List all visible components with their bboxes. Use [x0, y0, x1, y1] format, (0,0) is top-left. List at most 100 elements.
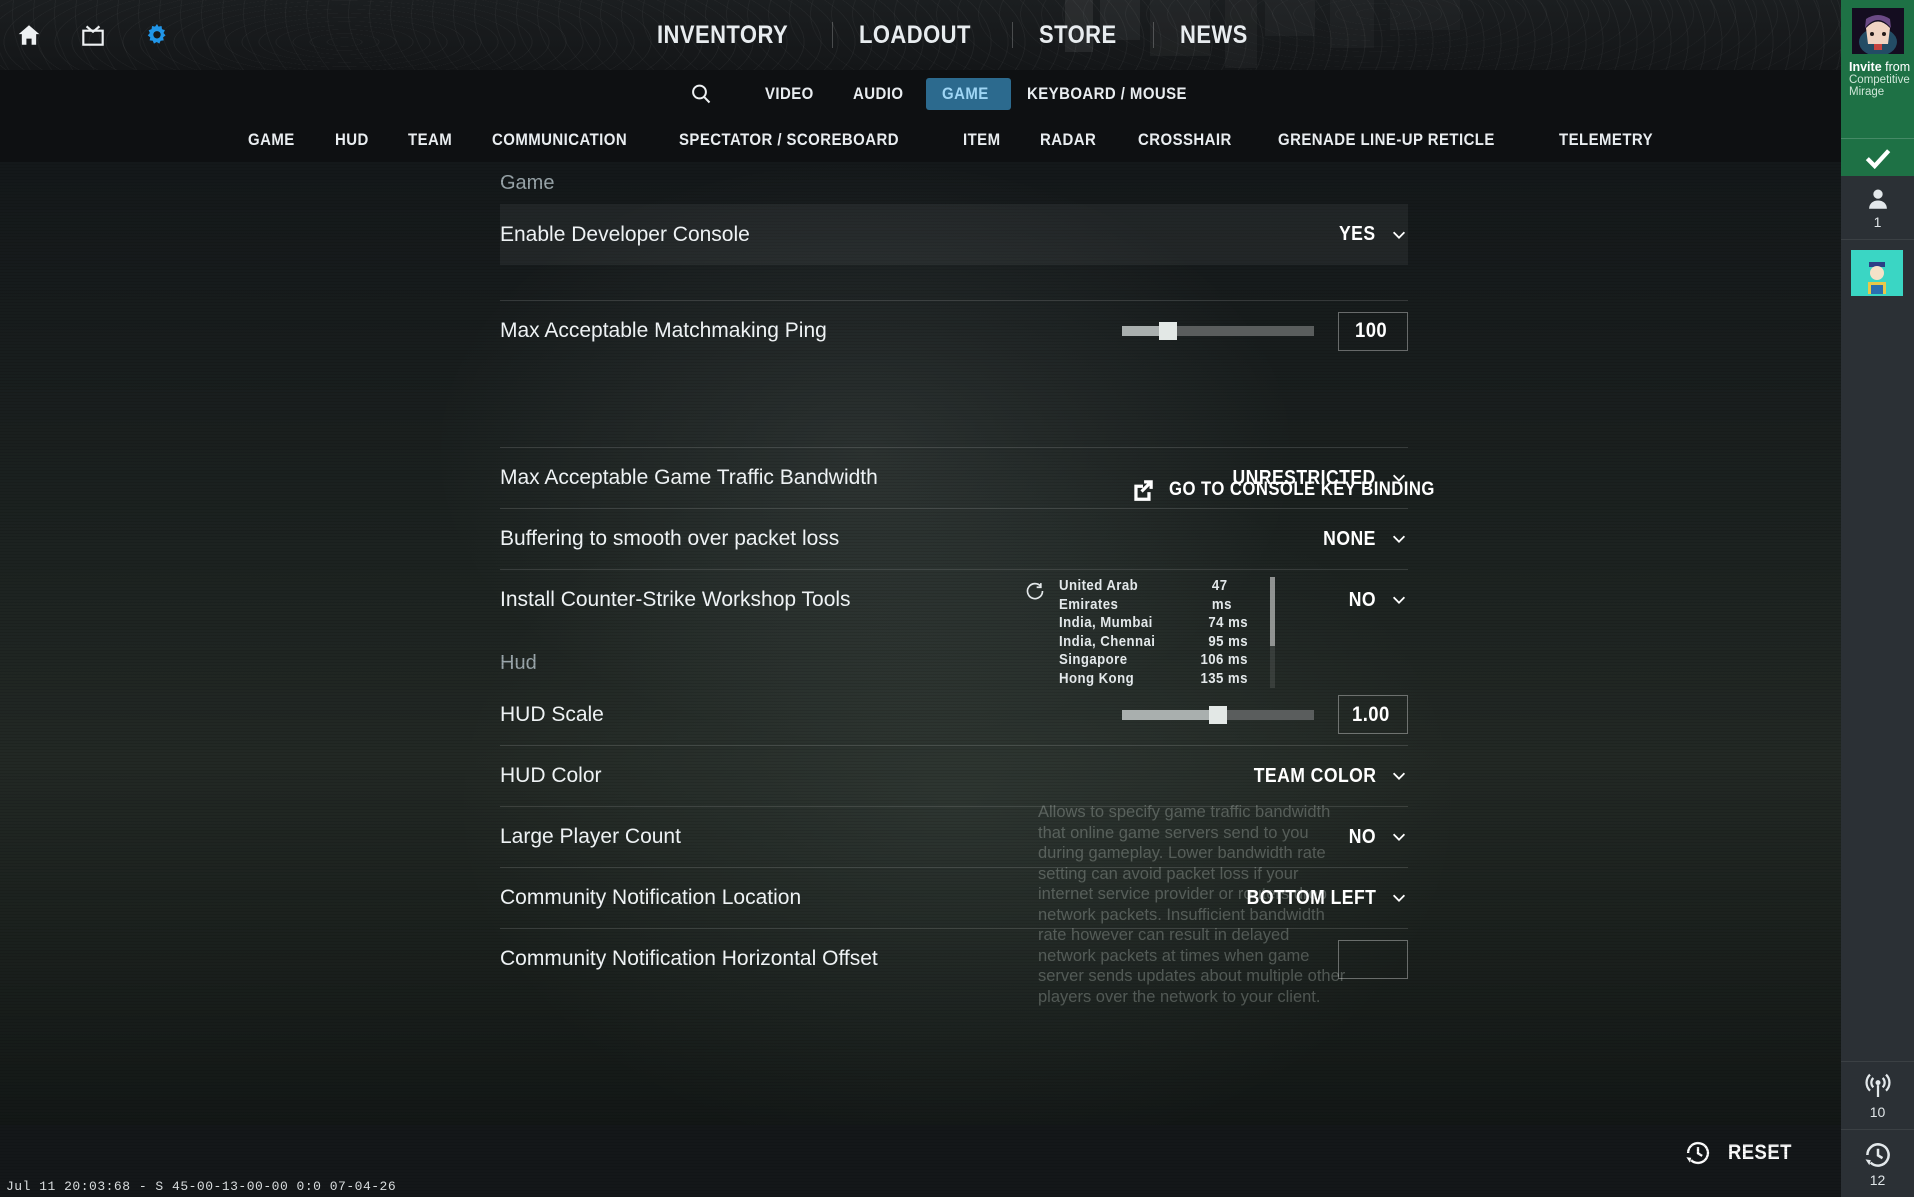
subtab-grenade-lineup-reticle[interactable]: GRENADE LINE-UP RETICLE: [1261, 130, 1541, 150]
setting-row-buffering[interactable]: Buffering to smooth over packet loss NON…: [500, 508, 1408, 569]
subtab-telemetry[interactable]: TELEMETRY: [1542, 130, 1683, 150]
subtab-radar[interactable]: RADAR: [1023, 130, 1121, 150]
nav-item-loadout[interactable]: LOADOUT: [833, 21, 1012, 50]
server-ping-row: Singapore 106 ms: [1059, 651, 1248, 670]
history-icon: [1686, 1141, 1710, 1165]
top-bar-icon-group: [0, 0, 172, 70]
glitch-block: [1330, 0, 1374, 48]
recent-count: 12: [1869, 1171, 1886, 1188]
community-notification-location-dropdown[interactable]: BOTTOM LEFT: [1229, 887, 1408, 910]
nav-item-news[interactable]: NEWS: [1154, 21, 1283, 50]
setting-row-community-notification-offset[interactable]: Community Notification Horizontal Offset: [500, 928, 1408, 989]
tab-keyboard-mouse[interactable]: KEYBOARD / MOUSE: [1011, 78, 1225, 110]
section-title-game: Game: [500, 172, 555, 194]
search-icon[interactable]: [689, 82, 713, 106]
gear-icon[interactable]: [142, 20, 172, 50]
server-ping-list: United Arab Emirates 47 ms India, Mumbai…: [1025, 577, 1275, 688]
server-ping: 47 ms: [1211, 577, 1232, 613]
setting-value: TEAM COLOR: [1253, 764, 1376, 787]
recent-button[interactable]: 12: [1841, 1129, 1914, 1197]
broadcast-icon: [1864, 1073, 1891, 1097]
settings-subtab-bar: GAME HUD TEAM COMMUNICATION SPECTATOR / …: [0, 118, 1914, 162]
setting-value: NO: [1348, 825, 1376, 848]
subtab-communication[interactable]: COMMUNICATION: [475, 130, 663, 150]
reset-button[interactable]: RESET: [1684, 1139, 1801, 1167]
server-name: India, Mumbai: [1059, 614, 1153, 631]
nav-label: STORE: [1038, 20, 1117, 49]
hud-color-dropdown[interactable]: TEAM COLOR: [1237, 765, 1408, 788]
chevron-down-icon: [1392, 231, 1406, 239]
server-name: Singapore: [1059, 651, 1128, 668]
friends-button[interactable]: 1: [1841, 176, 1914, 240]
hud-scale-slider[interactable]: [1122, 705, 1314, 724]
setting-label: Enable Developer Console: [500, 222, 750, 246]
nav-label: LOADOUT: [858, 20, 971, 49]
setting-row-large-player-count[interactable]: Large Player Count NO: [500, 806, 1408, 867]
subtab-game[interactable]: GAME: [231, 130, 318, 150]
large-player-count-dropdown[interactable]: NO: [1345, 826, 1408, 849]
buffering-dropdown[interactable]: NONE: [1316, 528, 1408, 551]
scrollbar-thumb[interactable]: [1270, 577, 1275, 646]
setting-value: 1.00: [1351, 702, 1390, 726]
slider-handle[interactable]: [1209, 705, 1227, 724]
setting-label: Buffering to smooth over packet loss: [500, 527, 840, 550]
subtab-label: GAME: [248, 130, 296, 149]
setting-row-max-ping[interactable]: Max Acceptable Matchmaking Ping 100: [500, 300, 1408, 361]
tv-icon[interactable]: [78, 20, 108, 50]
setting-label: Max Acceptable Matchmaking Ping: [500, 319, 827, 342]
external-link-icon: [1134, 480, 1153, 501]
setting-value: BOTTOM LEFT: [1246, 886, 1376, 909]
subtab-label: TELEMETRY: [1558, 130, 1653, 149]
server-ping-rows: United Arab Emirates 47 ms India, Mumbai…: [1059, 577, 1248, 688]
check-icon: [1865, 148, 1890, 169]
server-ping: 74 ms: [1208, 614, 1248, 631]
setting-value: 100: [1354, 319, 1387, 342]
server-ping-row: India, Mumbai 74 ms: [1059, 614, 1248, 633]
max-ping-slider[interactable]: [1122, 322, 1314, 340]
watch-button[interactable]: 10: [1841, 1061, 1914, 1129]
reset-label: RESET: [1728, 1141, 1793, 1164]
invite-notification[interactable]: Invite from Competitive Mirage: [1841, 0, 1914, 138]
subtab-label: TEAM: [407, 130, 452, 149]
setting-row-hud-color[interactable]: HUD Color TEAM COLOR: [500, 745, 1408, 806]
invite-accept-button[interactable]: [1841, 138, 1914, 176]
go-to-console-key-binding-button[interactable]: GO TO CONSOLE KEY BINDING: [1130, 477, 1471, 503]
setting-row-hud-scale[interactable]: HUD Scale 1.00: [500, 684, 1408, 745]
setting-label: HUD Color: [500, 764, 602, 787]
tab-game[interactable]: GAME: [925, 78, 1011, 110]
setting-label: Large Player Count: [500, 825, 681, 848]
nav-item-store[interactable]: STORE: [1013, 21, 1153, 50]
slider-handle[interactable]: [1159, 322, 1178, 340]
refresh-icon[interactable]: [1025, 581, 1045, 601]
setting-row-community-notification-location[interactable]: Community Notification Location BOTTOM L…: [500, 867, 1408, 928]
subtab-label: RADAR: [1039, 130, 1097, 149]
subtab-spectator-scoreboard[interactable]: SPECTATOR / SCOREBOARD: [662, 130, 946, 150]
home-icon[interactable]: [14, 20, 44, 50]
nav-item-inventory[interactable]: INVENTORY: [631, 21, 832, 50]
subtab-label: GRENADE LINE-UP RETICLE: [1278, 130, 1496, 149]
tab-video[interactable]: VIDEO: [749, 78, 836, 110]
subtab-hud[interactable]: HUD: [318, 130, 390, 150]
subtab-item[interactable]: ITEM: [946, 130, 1023, 150]
invite-title-rest: from: [1881, 60, 1911, 74]
max-ping-value-box[interactable]: 100: [1338, 311, 1408, 351]
history-icon: [1865, 1142, 1890, 1167]
tab-label: GAME: [941, 84, 989, 103]
community-notification-offset-value-box[interactable]: [1338, 939, 1408, 979]
server-name: United Arab Emirates: [1059, 577, 1139, 613]
subtab-team[interactable]: TEAM: [391, 130, 475, 150]
top-bar: INVENTORY LOADOUT STORE NEWS: [0, 0, 1914, 70]
subtab-crosshair[interactable]: CROSSHAIR: [1121, 130, 1262, 150]
developer-console-dropdown[interactable]: YES: [1334, 223, 1408, 246]
subtab-label: HUD: [335, 130, 370, 149]
tab-audio[interactable]: AUDIO: [837, 78, 926, 110]
setting-row-developer-console[interactable]: Enable Developer Console YES: [500, 204, 1408, 265]
server-list-scrollbar[interactable]: [1270, 577, 1275, 688]
user-avatar[interactable]: [1851, 250, 1903, 296]
server-name: Hong Kong: [1059, 669, 1135, 687]
hud-scale-value-box[interactable]: 1.00: [1338, 695, 1408, 734]
chevron-down-icon: [1392, 894, 1406, 902]
subtab-label: SPECTATOR / SCOREBOARD: [679, 130, 900, 149]
subtab-label: COMMUNICATION: [491, 130, 627, 149]
workshop-tools-dropdown[interactable]: NO: [1345, 589, 1408, 612]
